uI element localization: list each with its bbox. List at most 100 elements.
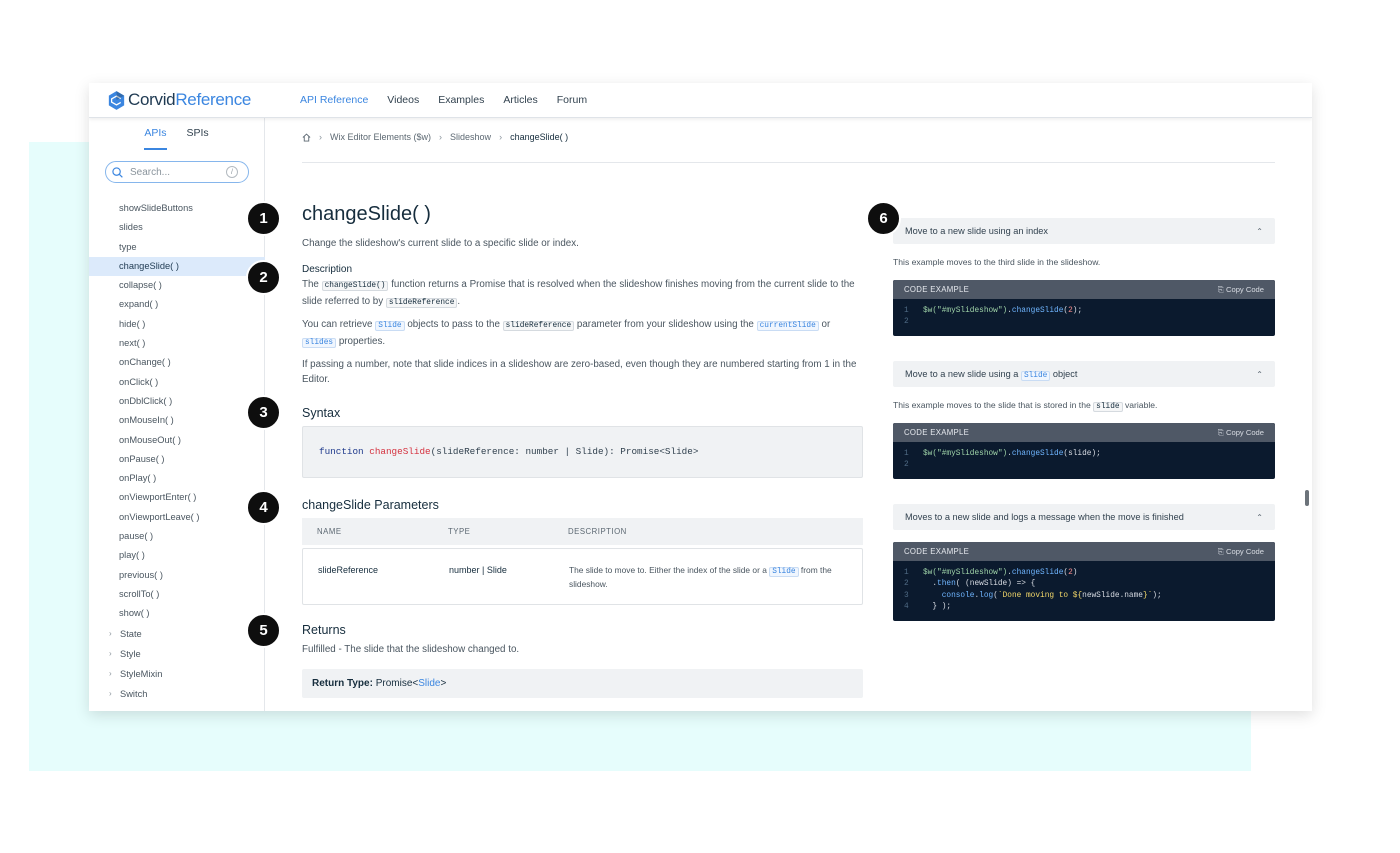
logo-text-part1: Corvid	[128, 90, 176, 109]
breadcrumb-item-wix-editor-elements[interactable]: Wix Editor Elements ($w)	[330, 132, 431, 142]
slide-link[interactable]: Slide	[769, 567, 799, 577]
example-1-description: This example moves to the third slide in…	[893, 257, 1101, 267]
slides-link[interactable]: slides	[302, 338, 337, 348]
chevron-right-icon: ›	[109, 669, 112, 679]
search-input[interactable]	[130, 166, 225, 178]
sidebar-group-stylemixin[interactable]: › StyleMixin	[89, 664, 265, 684]
copy-code-button[interactable]: ⎘ Copy Code	[1218, 428, 1264, 438]
example-3-header[interactable]: Moves to a new slide and logs a message …	[893, 504, 1275, 530]
sidebar-group-switch[interactable]: › Switch	[89, 684, 265, 704]
tab-spis[interactable]: SPIs	[187, 127, 209, 150]
sidebar-item-next[interactable]: next( )	[89, 334, 265, 353]
description-paragraph-2: You can retrieve Slide objects to pass t…	[302, 317, 864, 351]
column-header-description: DESCRIPTION	[568, 527, 627, 536]
inline-code: changeSlide()	[321, 281, 389, 291]
text: You can retrieve	[302, 319, 373, 330]
syntax-code-block: function changeSlide(slideReference: num…	[302, 426, 863, 478]
copy-code-button[interactable]: ⎘ Copy Code	[1218, 285, 1264, 295]
sidebar-item-ondblclick[interactable]: onDblClick( )	[89, 392, 265, 411]
tab-apis[interactable]: APIs	[144, 127, 167, 150]
page-title: changeSlide( )	[302, 203, 431, 225]
sidebar-item-onmousein[interactable]: onMouseIn( )	[89, 411, 265, 430]
copy-code-label: Copy Code	[1226, 284, 1264, 294]
param-type: number | Slide	[449, 565, 507, 575]
scrollbar-thumb[interactable]	[1305, 490, 1309, 506]
sidebar-item-pause[interactable]: pause( )	[89, 527, 265, 546]
inline-code: slide	[1093, 402, 1123, 412]
breadcrumb-item-slideshow[interactable]: Slideshow	[450, 132, 491, 142]
syntax-heading: Syntax	[302, 406, 341, 420]
code-block: 1 $w("#mySlideshow").changeSlide(slide); …	[904, 450, 1101, 470]
sidebar-item-scrollto[interactable]: scrollTo( )	[89, 585, 265, 604]
parameters-table: NAME TYPE DESCRIPTION slideReference num…	[302, 518, 863, 605]
sidebar-item-onviewportenter[interactable]: onViewportEnter( )	[89, 488, 265, 507]
callout-marker-1: 1	[246, 201, 281, 236]
sidebar-item-onviewportleave[interactable]: onViewportLeave( )	[89, 508, 265, 527]
sidebar-item-show[interactable]: show( )	[89, 604, 265, 623]
nav-api-reference[interactable]: API Reference	[300, 94, 368, 106]
nav-articles[interactable]: Articles	[503, 94, 537, 106]
sidebar-group-label: Style	[120, 648, 141, 659]
column-header-type: TYPE	[448, 527, 471, 536]
sidebar-item-hide[interactable]: hide( )	[89, 315, 265, 334]
return-type-slide-link[interactable]: Slide	[418, 678, 440, 689]
sidebar-group-label: StyleMixin	[120, 669, 163, 680]
nav-links: API Reference Videos Examples Articles F…	[300, 94, 587, 106]
nav-examples[interactable]: Examples	[438, 94, 484, 106]
example-3-title: Moves to a new slide and logs a message …	[905, 512, 1184, 522]
return-type-prefix: Promise<	[375, 678, 419, 689]
text: or	[821, 319, 831, 330]
callout-marker-2: 2	[246, 260, 281, 295]
chevron-up-icon: ⌃	[1256, 512, 1263, 522]
callout-marker-3: 3	[246, 395, 281, 430]
sidebar-group-state[interactable]: › State	[89, 624, 265, 644]
sidebar-item-expand[interactable]: expand( )	[89, 295, 265, 314]
example-1-header[interactable]: Move to a new slide using an index ⌃	[893, 218, 1275, 244]
parameters-heading: changeSlide Parameters	[302, 498, 439, 512]
sidebar-item-previous[interactable]: previous( )	[89, 566, 265, 585]
code-block: 1 $w("#mySlideshow").changeSlide(2); 2	[904, 307, 1083, 327]
sidebar-item-slides[interactable]: slides	[89, 218, 265, 237]
logo-text-part2: Reference	[175, 90, 252, 109]
syntax-function-name: changeSlide	[369, 446, 431, 457]
text: The	[302, 279, 319, 290]
sidebar-group-style[interactable]: › Style	[89, 644, 265, 664]
text: This example moves to the slide that is …	[893, 400, 1091, 410]
text: .	[457, 296, 461, 307]
copy-code-button[interactable]: ⎘ Copy Code	[1218, 547, 1264, 557]
sidebar-item-changeslide[interactable]: changeSlide( )	[89, 256, 265, 277]
sidebar: APIs SPIs / showSlideButtons slides type…	[89, 118, 265, 711]
sidebar-item-onpause[interactable]: onPause( )	[89, 450, 265, 469]
sidebar-item-onmouseout[interactable]: onMouseOut( )	[89, 431, 265, 450]
sidebar-item-onclick[interactable]: onClick( )	[89, 373, 265, 392]
example-2-header[interactable]: Move to a new slide using a Slide object…	[893, 361, 1275, 387]
sidebar-item-play[interactable]: play( )	[89, 546, 265, 565]
sidebar-item-showslidebuttons[interactable]: showSlideButtons	[89, 199, 265, 218]
currentslide-link[interactable]: currentSlide	[756, 321, 819, 331]
page-summary: Change the slideshow's current slide to …	[302, 238, 579, 249]
sidebar-item-onchange[interactable]: onChange( )	[89, 353, 265, 372]
param-description: The slide to move to. Either the index o…	[569, 565, 859, 590]
home-icon[interactable]	[302, 132, 311, 142]
nav-videos[interactable]: Videos	[387, 94, 419, 106]
example-1-code-card: CODE EXAMPLE ⎘ Copy Code 1 $w("#mySlidesh…	[893, 280, 1275, 336]
chevron-right-icon: ›	[109, 628, 112, 638]
logo[interactable]: CorvidReference	[108, 90, 280, 110]
inline-code: slideReference	[385, 298, 458, 308]
sidebar-item-collapse[interactable]: collapse( )	[89, 276, 265, 295]
description-heading: Description	[302, 264, 353, 275]
search-icon	[112, 166, 123, 178]
search-box: /	[105, 161, 249, 183]
chevron-right-icon: ›	[109, 689, 112, 699]
divider	[302, 162, 1275, 163]
code-card-label: CODE EXAMPLE	[904, 547, 970, 556]
param-name: slideReference	[318, 565, 379, 575]
text: parameter from your slideshow using the	[576, 319, 754, 330]
main-content: › Wix Editor Elements ($w) › Slideshow ›…	[302, 118, 1275, 711]
sidebar-tabs: APIs SPIs	[89, 118, 264, 150]
slide-link[interactable]: Slide	[375, 321, 405, 331]
corvid-logo-icon	[108, 90, 125, 110]
nav-forum[interactable]: Forum	[557, 94, 587, 106]
sidebar-item-onplay[interactable]: onPlay( )	[89, 469, 265, 488]
sidebar-item-type[interactable]: type	[89, 238, 265, 257]
